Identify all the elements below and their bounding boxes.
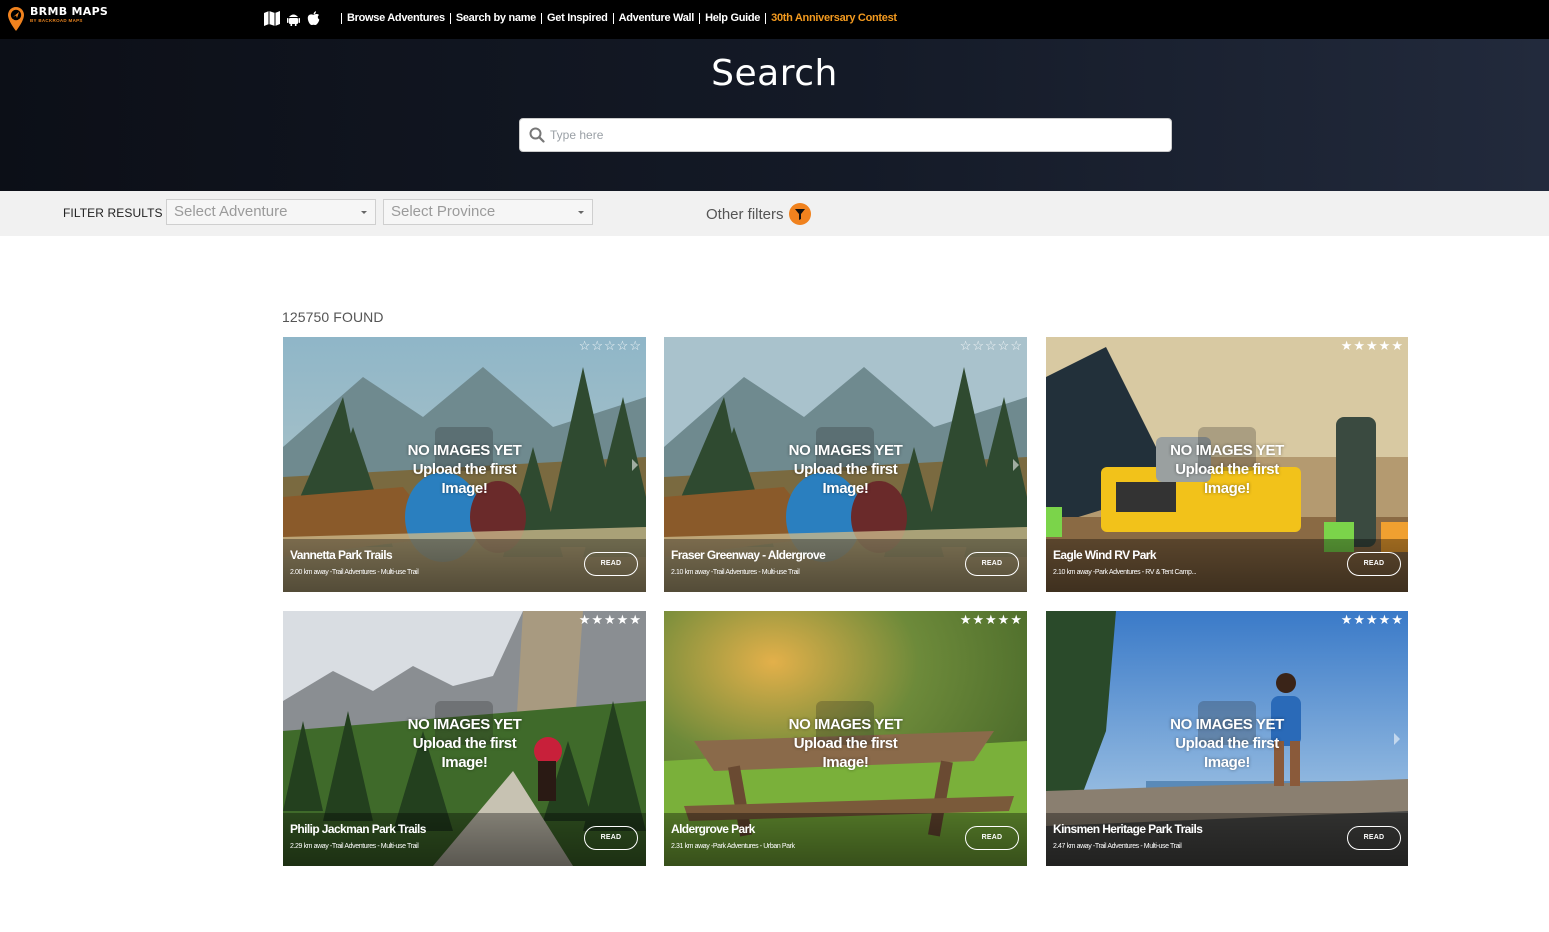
no-images-message[interactable]: NO IMAGES YET Upload the first Image!: [664, 441, 1027, 498]
map-icon[interactable]: [264, 11, 280, 31]
chevron-down-icon: [361, 211, 367, 214]
no-images-line: NO IMAGES YET: [788, 442, 903, 459]
rating-stars: ★★★★★: [1340, 338, 1404, 353]
no-images-message[interactable]: NO IMAGES YET Upload the first Image!: [1046, 441, 1408, 498]
nav-search-by-name[interactable]: Search by name: [456, 12, 536, 24]
nav-separator: [699, 12, 701, 24]
no-images-line: Upload the first: [1175, 735, 1279, 752]
result-card[interactable]: ★★★★★ NO IMAGES YET Upload the first Ima…: [283, 611, 646, 866]
no-images-line: NO IMAGES YET: [407, 442, 522, 459]
brmb-logo[interactable]: BRMB MAPS BY BACKROAD MAPS: [7, 5, 109, 31]
no-images-line: Upload the first: [412, 461, 517, 478]
rating-stars: ★★★★★: [959, 612, 1023, 627]
card-title[interactable]: Kinsmen Heritage Park Trails: [1053, 822, 1203, 836]
top-nav: BRMB MAPS BY BACKROAD MAPS Browse Advent…: [0, 0, 1549, 39]
apple-icon[interactable]: [307, 11, 320, 31]
no-images-line: Upload the first: [793, 735, 898, 752]
next-image-arrow-icon[interactable]: [1013, 459, 1019, 471]
nav-separator: [612, 12, 614, 24]
funnel-icon: [788, 203, 811, 225]
no-images-line: Image!: [822, 480, 869, 497]
no-images-line: Image!: [441, 480, 488, 497]
no-images-line: NO IMAGES YET: [1170, 442, 1284, 459]
no-images-line: NO IMAGES YET: [1170, 716, 1284, 733]
card-meta: 2.10 km away -Park Adventures - RV & Ten…: [1053, 569, 1197, 576]
nav-separator: [541, 12, 542, 24]
rating-stars: ☆☆☆☆☆: [578, 338, 642, 353]
no-images-line: Upload the first: [793, 461, 898, 478]
other-filters-button[interactable]: Other filters: [706, 203, 811, 225]
nav-separator: [765, 12, 767, 24]
card-meta: 2.00 km away -Trail Adventures - Multi-u…: [290, 569, 419, 576]
nav-adventure-wall[interactable]: Adventure Wall: [619, 12, 695, 24]
result-card[interactable]: ★★★★★ NO IMAGES YET Upload the first Ima…: [664, 611, 1027, 866]
rating-stars: ☆☆☆☆☆: [959, 338, 1023, 353]
no-images-line: Image!: [441, 754, 488, 771]
next-image-arrow-icon[interactable]: [1394, 733, 1400, 745]
filter-bar: FILTER RESULTS Select Adventure Select P…: [0, 191, 1549, 236]
nav-help-guide[interactable]: Help Guide: [705, 12, 760, 24]
search-hero: Search: [0, 39, 1549, 191]
search-box[interactable]: [519, 118, 1172, 152]
read-button[interactable]: READ: [584, 552, 638, 576]
card-meta: 2.29 km away -Trail Adventures - Multi-u…: [290, 843, 419, 850]
read-button[interactable]: READ: [965, 552, 1019, 576]
result-card[interactable]: ★★★★★ NO IMAGES YET Upload the first Ima…: [1046, 611, 1408, 866]
result-card[interactable]: ☆☆☆☆☆ NO IMAGES YET Upload the first Ima…: [664, 337, 1027, 592]
filter-results-label: FILTER RESULTS: [63, 206, 163, 220]
search-icon: [529, 127, 545, 148]
nav-get-inspired[interactable]: Get Inspired: [547, 12, 608, 24]
no-images-line: Image!: [1204, 754, 1250, 771]
logo-subtitle: BY BACKROAD MAPS: [30, 18, 83, 23]
card-title[interactable]: Aldergrove Park: [671, 822, 755, 836]
no-images-line: Image!: [1204, 480, 1250, 497]
result-card[interactable]: ★★★★★ NO IMAGES YET Upload the first Ima…: [1046, 337, 1408, 592]
nav-separator: [449, 12, 451, 24]
nav-anniversary-contest[interactable]: 30th Anniversary Contest: [771, 12, 897, 24]
card-meta: 2.31 km away -Park Adventures - Urban Pa…: [671, 843, 795, 850]
card-title[interactable]: Vannetta Park Trails: [290, 548, 393, 562]
no-images-message[interactable]: NO IMAGES YET Upload the first Image!: [283, 715, 646, 772]
no-images-message[interactable]: NO IMAGES YET Upload the first Image!: [664, 715, 1027, 772]
read-button[interactable]: READ: [1347, 826, 1401, 850]
no-images-message[interactable]: NO IMAGES YET Upload the first Image!: [283, 441, 646, 498]
card-meta: 2.47 km away -Trail Adventures - Multi-u…: [1053, 843, 1182, 850]
search-input[interactable]: [550, 119, 1160, 151]
no-images-line: Upload the first: [412, 735, 517, 752]
other-filters-label: Other filters: [706, 205, 784, 223]
no-images-line: NO IMAGES YET: [407, 716, 522, 733]
nav-separator: [341, 12, 342, 24]
card-title[interactable]: Philip Jackman Park Trails: [290, 822, 426, 836]
page-title: Search: [711, 53, 838, 94]
select-province-dropdown[interactable]: Select Province: [383, 199, 593, 225]
logo-title: BRMB MAPS: [30, 5, 109, 18]
no-images-message[interactable]: NO IMAGES YET Upload the first Image!: [1046, 715, 1408, 772]
android-icon[interactable]: [287, 12, 300, 31]
card-meta: 2.10 km away -Trail Adventures - Multi-u…: [671, 569, 800, 576]
read-button[interactable]: READ: [1347, 552, 1401, 576]
result-card[interactable]: ☆☆☆☆☆ NO IMAGES YET Upload the first Ima…: [283, 337, 646, 592]
rating-stars: ★★★★★: [578, 612, 642, 627]
rating-stars: ★★★★★: [1340, 612, 1404, 627]
read-button[interactable]: READ: [965, 826, 1019, 850]
next-image-arrow-icon[interactable]: [632, 459, 638, 471]
select-province-value: Select Province: [391, 203, 496, 220]
card-title[interactable]: Eagle Wind RV Park: [1053, 548, 1157, 562]
select-adventure-dropdown[interactable]: Select Adventure: [166, 199, 376, 225]
no-images-line: Upload the first: [1175, 461, 1279, 478]
results-count: 125750 FOUND: [282, 309, 384, 325]
read-button[interactable]: READ: [584, 826, 638, 850]
nav-browse-adventures[interactable]: Browse Adventures: [347, 12, 445, 24]
no-images-line: Image!: [822, 754, 869, 771]
no-images-line: NO IMAGES YET: [788, 716, 903, 733]
chevron-down-icon: [578, 211, 584, 214]
select-adventure-value: Select Adventure: [174, 203, 288, 220]
map-pin-icon: [7, 6, 25, 31]
card-title[interactable]: Fraser Greenway - Aldergrove: [671, 548, 826, 562]
